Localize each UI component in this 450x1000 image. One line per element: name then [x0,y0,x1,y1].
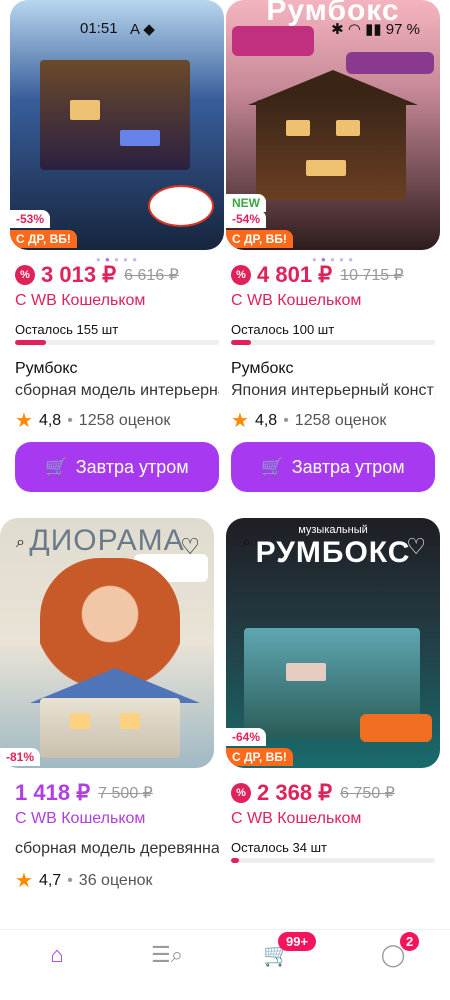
status-icons: ✱ ◠ ▮▮ 97 % [331,21,420,38]
price: 3 013 ₽ [41,262,117,287]
profile-count-badge: 2 [400,932,420,951]
similar-search-icon[interactable]: ⌕ [242,534,251,552]
tab-cart[interactable]: 🛒 99+ [252,932,317,988]
discount-badge: -81% [0,728,60,768]
reviews-count: 1258 оценок [294,411,387,429]
discount-badge: -54% С ДР, ВБ! [226,210,293,250]
wallet-label: С WB Кошельком [231,292,362,309]
favorite-heart-icon[interactable]: ♡ [180,534,200,560]
promo-label: С ДР, ВБ! [226,230,293,248]
discount-badge: -53% С ДР, ВБ! [10,210,77,250]
price: 2 368 ₽ [257,780,333,805]
reviews-count: 36 оценок [78,871,153,889]
similar-search-icon[interactable]: ⌕ [16,534,25,552]
rating-value: 4,8 [254,411,278,429]
gift-sticker [148,185,214,227]
add-to-cart-button[interactable]: 🛒 Завтра утром [231,442,435,492]
separator-dot: • [67,411,73,429]
stock-bar [231,858,435,863]
old-price: 10 715 ₽ [340,267,404,284]
delivery-label: Завтра утром [291,456,405,477]
discount-label: -53% [10,210,51,228]
rating-value: 4,8 [38,411,62,429]
wallet-label: С WB Кошельком [15,810,146,827]
price-row: % 3 013 ₽ 6 616 ₽ [15,262,179,288]
old-price: 6 616 ₽ [124,267,179,284]
brand: Румбокс [231,360,294,377]
bottom-tab-bar: ⌂ ☰⌕ 🛒 99+ ◯ 2 [0,929,450,1000]
discount-label: -64% [226,728,267,746]
wallet-label: С WB Кошельком [231,810,362,827]
favorite-heart-icon[interactable]: ♡ [406,534,426,560]
promo-label: С ДР, ВБ! [10,230,77,248]
old-price: 7 500 ₽ [98,785,153,802]
status-time: 01:51 [80,20,118,37]
tab-profile[interactable]: ◯ 2 [368,932,420,988]
star-icon: ★ [15,870,33,892]
product-title[interactable]: сборная модель деревянная [15,840,219,858]
stock-bar [231,340,435,345]
add-to-cart-button[interactable]: 🛒 Завтра утром [15,442,219,492]
discount-label: -81% [0,748,41,766]
separator-dot: • [283,411,289,429]
old-price: 6 750 ₽ [340,785,395,802]
wallet-discount-icon: % [231,265,251,285]
feature-text [242,592,422,612]
brand: Румбокс [15,360,78,377]
tab-catalog[interactable]: ☰⌕ [142,942,192,988]
product-title[interactable]: сборная модель интерьерная [15,382,219,400]
price-row: 1 418 ₽ 7 500 ₽ [15,780,153,806]
discount-label: -54% [226,210,267,228]
cart-icon: 🛒 [45,456,68,477]
catalog-search-icon: ☰⌕ [150,942,184,967]
wallet-discount-icon: % [231,783,251,803]
star-icon: ★ [231,410,249,432]
price-row: % 2 368 ₽ 6 750 ₽ [231,780,395,806]
stock-left: Осталось 34 шт [231,840,327,855]
price: 4 801 ₽ [257,262,333,287]
delivery-label: Завтра утром [75,456,189,477]
cart-icon: 🛒 [261,456,284,477]
price: 1 418 ₽ [15,780,91,805]
rating-value: 4,7 [38,871,62,889]
stock-bar [15,340,219,345]
star-icon: ★ [15,410,33,432]
product-title[interactable]: Япония интерьерный конструктор [231,382,435,400]
wallet-discount-icon: % [15,265,35,285]
battery-level: 97 % [385,21,420,38]
stock-left: Осталось 100 шт [231,322,335,337]
discount-badge: -64% С ДР, ВБ! [226,728,293,768]
rating: ★ 4,8 • 1258 оценок [15,408,170,433]
status-bar: 01:51 A ◆ ✱ ◠ ▮▮ 97 % [0,0,450,60]
home-icon: ⌂ [50,942,64,967]
stock-left: Осталось 155 шт [15,322,119,337]
rating: ★ 4,7 • 36 оценок [15,868,153,893]
price-row: % 4 801 ₽ 10 715 ₽ [231,262,404,288]
reviews-count: 1258 оценок [78,411,171,429]
instruction-tag [360,714,432,742]
wallet-label: С WB Кошельком [15,292,146,309]
tab-home[interactable]: ⌂ [32,942,82,988]
rating: ★ 4,8 • 1258 оценок [231,408,386,433]
separator-dot: • [67,871,73,889]
notification-icons: A ◆ [130,21,155,38]
promo-label: С ДР, ВБ! [226,748,293,766]
cart-count-badge: 99+ [278,932,317,951]
